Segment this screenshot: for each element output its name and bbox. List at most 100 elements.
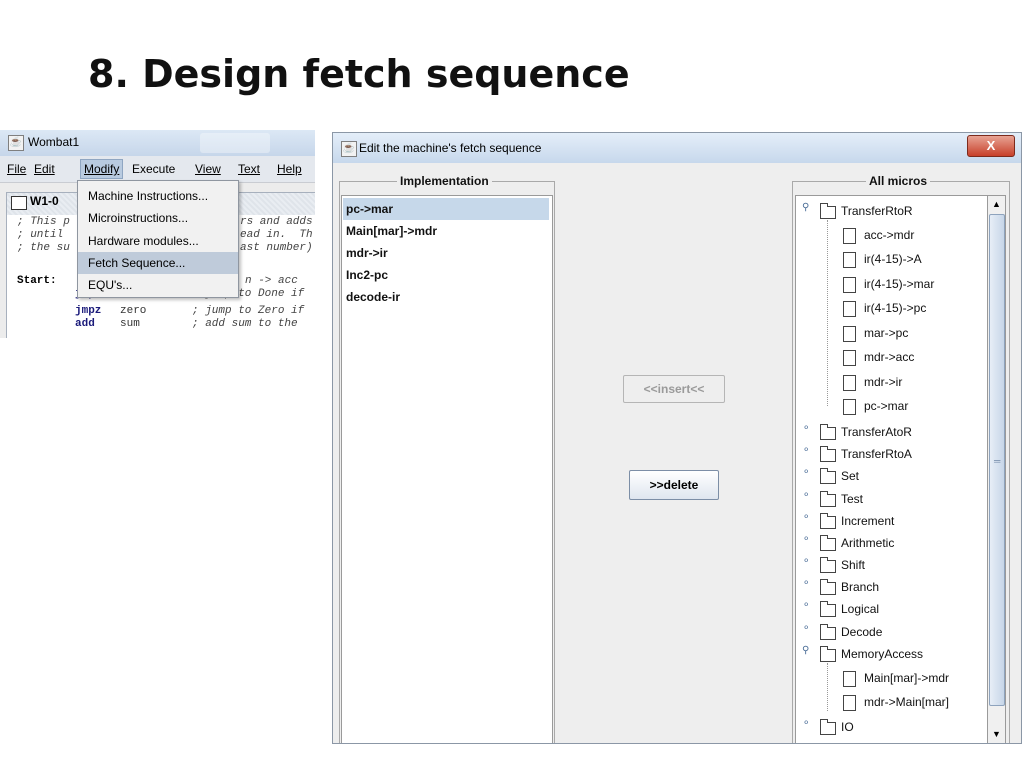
file-icon [843, 301, 856, 317]
dialog-title: Edit the machine's fetch sequence [359, 141, 542, 155]
tree-connector-line [827, 663, 828, 711]
scrollbar-thumb[interactable]: ═ [989, 214, 1005, 706]
folder-icon [820, 719, 836, 735]
collapsed-toggle-icon[interactable]: ⚬ [802, 623, 810, 634]
close-button[interactable]: X [967, 135, 1015, 157]
implementation-list[interactable]: pc->mar Main[mar]->mdr mdr->ir Inc2-pc d… [341, 195, 553, 743]
tree-node-io[interactable]: IO [841, 716, 854, 738]
folder-icon [820, 535, 836, 551]
collapsed-toggle-icon[interactable]: ⚬ [802, 534, 810, 545]
modify-dropdown-menu: Machine Instructions... Microinstruction… [77, 180, 239, 298]
expanded-toggle-icon[interactable]: ⚲ [802, 645, 809, 656]
code-comment-1: ; This p [17, 216, 70, 228]
list-item[interactable]: Inc2-pc [343, 264, 549, 286]
delete-button[interactable]: >>delete [629, 470, 719, 500]
collapsed-toggle-icon[interactable]: ⚬ [802, 467, 810, 478]
collapsed-toggle-icon[interactable]: ⚬ [802, 512, 810, 523]
folder-icon [820, 424, 836, 440]
tree-node-folder[interactable]: Branch [841, 576, 879, 598]
collapsed-toggle-icon[interactable]: ⚬ [802, 556, 810, 567]
tree-node-micro[interactable]: mdr->acc [864, 346, 914, 368]
folder-icon [820, 513, 836, 529]
tree-node-folder[interactable]: Increment [841, 510, 894, 532]
file-icon [843, 326, 856, 342]
list-item[interactable]: pc->mar [343, 198, 549, 220]
tree-node-folder[interactable]: Set [841, 465, 859, 487]
file-icon [843, 399, 856, 415]
scroll-up-arrow-icon[interactable]: ▲ [988, 196, 1005, 213]
menu-item-fetch-sequence[interactable]: Fetch Sequence... [78, 252, 238, 274]
folder-icon [820, 468, 836, 484]
tree-node-micro[interactable]: acc->mdr [864, 224, 914, 246]
tree-node-transfer-r-to-r[interactable]: TransferRtoR [841, 200, 913, 222]
code-line-4-arg: sum [120, 318, 140, 330]
expanded-toggle-icon[interactable]: ⚲ [802, 202, 809, 213]
tree-node-folder[interactable]: Test [841, 488, 863, 510]
file-icon [843, 671, 856, 687]
tree-node-micro[interactable]: pc->mar [864, 395, 908, 417]
code-comment-1-tail: rs and adds [240, 216, 313, 228]
code-line-4-comment: ; add sum to the [192, 318, 298, 330]
tree-scrollbar[interactable]: ▲ ═ ▼ [987, 195, 1006, 743]
insert-button[interactable]: <<insert<< [623, 375, 725, 403]
tree-node-micro[interactable]: ir(4-15)->A [864, 248, 922, 270]
code-comment-3-tail: ast number) [240, 242, 313, 254]
file-icon [843, 695, 856, 711]
slide-title: 8. Design fetch sequence [88, 52, 630, 96]
micros-tree[interactable]: ⚲ TransferRtoR acc->mdr ir(4-15)->A ir(4… [795, 195, 989, 743]
tree-node-micro[interactable]: mdr->ir [864, 371, 902, 393]
collapsed-toggle-icon[interactable]: ⚬ [802, 600, 810, 611]
list-item[interactable]: mdr->ir [343, 242, 549, 264]
file-icon [843, 375, 856, 391]
collapsed-toggle-icon[interactable]: ⚬ [802, 423, 810, 434]
folder-icon [820, 203, 836, 219]
file-icon [843, 277, 856, 293]
tree-node-micro[interactable]: ir(4-15)->pc [864, 297, 926, 319]
grip-icon: ═ [994, 456, 1001, 466]
folder-icon [820, 624, 836, 640]
collapsed-toggle-icon[interactable]: ⚬ [802, 578, 810, 589]
code-line-1-comment: n -> acc [245, 275, 298, 287]
collapsed-toggle-icon[interactable]: ⚬ [802, 490, 810, 501]
collapsed-toggle-icon[interactable]: ⚬ [802, 445, 810, 456]
document-title: W1-0 [30, 194, 59, 208]
folder-icon [820, 446, 836, 462]
tree-node-micro[interactable]: mdr->Main[mar] [864, 691, 949, 713]
menu-item-equs[interactable]: EQU's... [78, 274, 238, 296]
tree-node-micro[interactable]: ir(4-15)->mar [864, 273, 934, 295]
folder-icon [820, 491, 836, 507]
code-comment-2-tail: ead in. Th [240, 229, 313, 241]
tree-node-folder[interactable]: Decode [841, 621, 882, 643]
tree-node-folder[interactable]: TransferAtoR [841, 421, 912, 443]
tree-node-micro[interactable]: Main[mar]->mdr [864, 667, 949, 689]
folder-icon [820, 601, 836, 617]
file-icon [843, 228, 856, 244]
tree-node-micro[interactable]: mar->pc [864, 322, 908, 344]
scroll-down-arrow-icon[interactable]: ▼ [988, 726, 1005, 743]
tree-node-folder[interactable]: Arithmetic [841, 532, 894, 554]
folder-icon [820, 579, 836, 595]
menu-item-microinstructions[interactable]: Microinstructions... [78, 207, 238, 229]
list-item[interactable]: Main[mar]->mdr [343, 220, 549, 242]
folder-icon [820, 646, 836, 662]
menu-item-machine-instructions[interactable]: Machine Instructions... [78, 185, 238, 207]
implementation-label: Implementation [397, 174, 492, 188]
collapsed-toggle-icon[interactable]: ⚬ [802, 718, 810, 729]
folder-icon [820, 557, 836, 573]
tree-node-folder[interactable]: Shift [841, 554, 865, 576]
tree-connector-line [827, 220, 828, 406]
code-comment-2: ; until [17, 229, 64, 241]
code-label-start: Start: [17, 275, 57, 287]
all-micros-label: All micros [866, 174, 931, 188]
menu-item-hardware-modules[interactable]: Hardware modules... [78, 230, 238, 252]
document-window-icon [11, 196, 27, 210]
tree-node-folder[interactable]: TransferRtoA [841, 443, 912, 465]
tree-node-memory-access[interactable]: MemoryAccess [841, 643, 923, 665]
code-line-4-op: add [75, 318, 95, 330]
fetch-sequence-dialog: ☕ Edit the machine's fetch sequence X Im… [332, 132, 1022, 744]
tree-node-folder[interactable]: Logical [841, 598, 879, 620]
java-app-icon: ☕ [341, 141, 357, 157]
file-icon [843, 350, 856, 366]
list-item[interactable]: decode-ir [343, 286, 549, 308]
code-line-3-op: jmpz [75, 305, 102, 317]
